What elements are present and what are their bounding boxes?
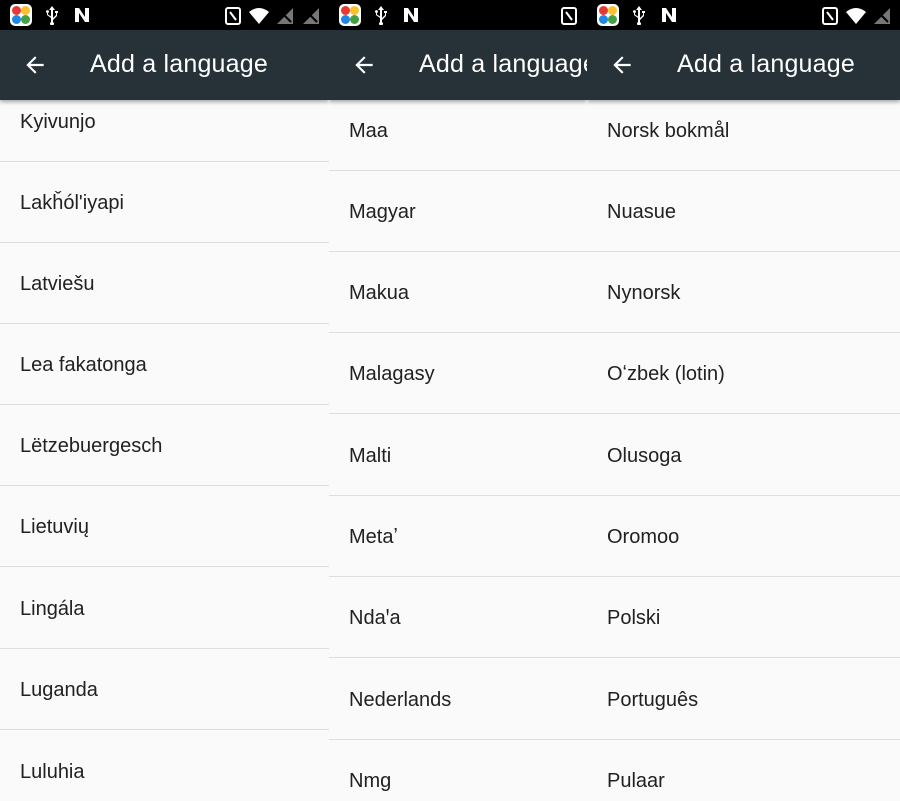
language-label: Lëtzebuergesch xyxy=(20,435,163,457)
language-list: Norsk bokmål Nuasue Nynorsk Oʻzbek (loti… xyxy=(587,100,900,801)
language-item[interactable]: Latviešu xyxy=(0,243,329,324)
language-label: Malti xyxy=(349,445,392,467)
language-item[interactable]: Lietuvių xyxy=(0,486,329,567)
nfc-icon xyxy=(561,7,577,25)
language-label: Luluhia xyxy=(20,761,85,783)
language-item[interactable]: Maa xyxy=(329,100,587,171)
language-label: Luganda xyxy=(20,679,98,701)
language-label: Ndaꞌa xyxy=(349,607,401,629)
language-item[interactable]: Malti xyxy=(329,415,587,496)
language-item[interactable]: Luluhia xyxy=(0,731,329,801)
usb-icon xyxy=(46,6,58,25)
language-list: Maa Magyar Makua Malagasy Malti Metaʼ Nd… xyxy=(329,100,587,801)
language-label: Makua xyxy=(349,282,410,304)
app-launcher-icon xyxy=(339,4,361,26)
no-signal-icon xyxy=(277,8,293,24)
no-signal-icon xyxy=(874,8,890,24)
app-toolbar: Add a language xyxy=(0,30,329,100)
language-item[interactable]: Nederlands xyxy=(329,659,587,740)
language-label: Olusoga xyxy=(607,445,682,467)
language-label: Norsk bokmål xyxy=(607,120,730,142)
language-label: Português xyxy=(607,689,699,711)
language-label: Maa xyxy=(349,120,388,142)
page-title: Add a language xyxy=(419,50,587,78)
no-signal-icon xyxy=(303,8,319,24)
language-item[interactable]: Lëtzebuergesch xyxy=(0,405,329,486)
language-panel-3: Add a language Norsk bokmål Nuasue Nynor… xyxy=(587,0,900,801)
language-label: Lea fakatonga xyxy=(20,354,147,376)
language-item[interactable]: Nynorsk xyxy=(587,252,900,333)
language-item[interactable]: Kyivunjo xyxy=(0,100,329,162)
language-label: Magyar xyxy=(349,201,416,223)
usb-icon xyxy=(375,6,387,25)
language-item[interactable]: Metaʼ xyxy=(329,496,587,577)
language-item[interactable]: Magyar xyxy=(329,171,587,252)
language-label: Nuasue xyxy=(607,201,676,223)
language-item[interactable]: Norsk bokmål xyxy=(587,100,900,171)
n-notification-icon xyxy=(662,8,676,22)
language-label: Oromoo xyxy=(607,526,680,548)
page-title: Add a language xyxy=(677,50,855,78)
status-bar xyxy=(329,0,587,30)
status-bar xyxy=(587,0,900,30)
nfc-icon xyxy=(225,7,241,25)
language-label: Latviešu xyxy=(20,273,95,295)
arrow-back-icon[interactable] xyxy=(22,52,48,78)
language-item[interactable]: Lakȟól'iyapi xyxy=(0,162,329,243)
wifi-icon xyxy=(249,8,269,24)
language-item[interactable]: Nmg xyxy=(329,740,587,801)
language-label: Polski xyxy=(607,607,661,629)
language-label: Pulaar xyxy=(607,770,665,792)
language-label: Malagasy xyxy=(349,363,435,385)
app-launcher-icon xyxy=(597,4,619,26)
language-list: Kyivunjo Lakȟól'iyapi Latviešu Lea fakat… xyxy=(0,100,329,801)
nfc-icon xyxy=(822,7,838,25)
usb-icon xyxy=(633,6,645,25)
language-item[interactable]: Luganda xyxy=(0,649,329,730)
language-label: Nynorsk xyxy=(607,282,681,304)
language-label: Oʻzbek (lotin) xyxy=(607,363,725,385)
n-notification-icon xyxy=(75,8,89,22)
language-item[interactable]: Oʻzbek (lotin) xyxy=(587,333,900,414)
app-toolbar: Add a language xyxy=(329,30,587,100)
language-item[interactable]: Português xyxy=(587,659,900,740)
language-item[interactable]: Nuasue xyxy=(587,171,900,252)
language-item[interactable]: Polski xyxy=(587,577,900,658)
wifi-icon xyxy=(846,8,866,24)
language-item[interactable]: Olusoga xyxy=(587,415,900,496)
arrow-back-icon[interactable] xyxy=(351,52,377,78)
language-panel-1: Add a language Kyivunjo Lakȟól'iyapi Lat… xyxy=(0,0,329,801)
language-item[interactable]: Malagasy xyxy=(329,333,587,414)
language-label: Kyivunjo xyxy=(20,111,96,133)
n-notification-icon xyxy=(404,8,418,22)
language-item[interactable]: Ndaꞌa xyxy=(329,577,587,658)
language-panel-2: Add a language Maa Magyar Makua Malagasy… xyxy=(329,0,587,801)
arrow-back-icon[interactable] xyxy=(609,52,635,78)
language-label: Lietuvių xyxy=(20,516,89,538)
language-label: Lakȟól'iyapi xyxy=(20,192,124,214)
app-toolbar: Add a language xyxy=(587,30,900,100)
language-label: Nmg xyxy=(349,770,392,792)
language-label: Metaʼ xyxy=(349,526,398,548)
language-label: Nederlands xyxy=(349,689,452,711)
language-item[interactable]: Lea fakatonga xyxy=(0,324,329,405)
language-item[interactable]: Pulaar xyxy=(587,740,900,801)
language-item[interactable]: Oromoo xyxy=(587,496,900,577)
status-bar xyxy=(0,0,329,30)
app-launcher-icon xyxy=(10,4,32,26)
language-label: Lingála xyxy=(20,598,85,620)
language-item[interactable]: Lingála xyxy=(0,568,329,649)
language-item[interactable]: Makua xyxy=(329,252,587,333)
page-title: Add a language xyxy=(90,50,268,78)
